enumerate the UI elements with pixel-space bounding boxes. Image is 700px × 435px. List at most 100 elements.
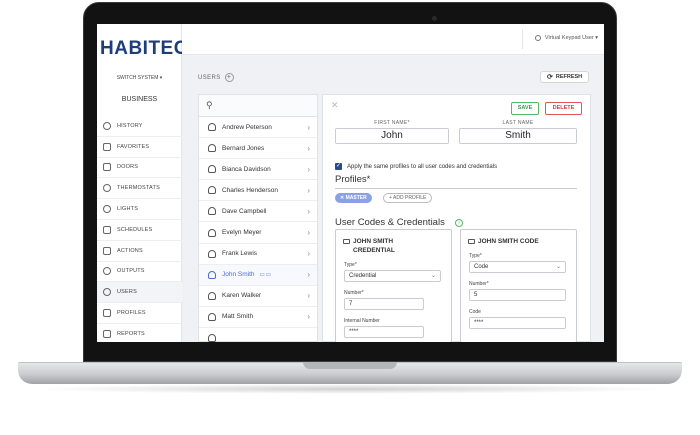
page-title: USERS + <box>198 73 234 82</box>
chevron-right-icon: › <box>307 143 310 153</box>
sidebar-item-reports[interactable]: REPORTS <box>97 324 182 342</box>
type-value: Credential <box>349 273 377 279</box>
list-item[interactable]: Andrew Peterson › <box>199 117 317 139</box>
chevron-right-icon: › <box>307 206 310 216</box>
card-title-line1: JOHN SMITH <box>353 238 394 245</box>
user-name: Matt Smith <box>222 313 254 321</box>
sidebar-item-label: DOORS <box>117 164 139 171</box>
list-item-selected[interactable]: John Smith ▭▭ › <box>199 264 317 286</box>
save-button[interactable]: SAVE <box>511 102 539 115</box>
top-bar: Virtual Keypad User ▾ <box>182 24 604 55</box>
laptop-notch <box>303 362 397 369</box>
sidebar-item-history[interactable]: HISTORY <box>97 116 182 137</box>
code-card: JOHN SMITH CODE Type* Code ⌄ Number* 5 Co… <box>460 229 577 342</box>
person-icon <box>208 249 216 258</box>
codes-heading: User Codes & Credentials <box>335 217 445 228</box>
door-icon <box>103 163 111 172</box>
credential-type-select[interactable]: Credential ⌄ <box>344 270 441 282</box>
list-item[interactable]: Matt Smith › <box>199 307 317 328</box>
person-icon <box>208 144 216 153</box>
refresh-button[interactable]: ⟳ REFRESH <box>540 71 590 83</box>
sidebar-item-schedules[interactable]: SCHEDULES <box>97 220 182 241</box>
list-item[interactable] <box>199 328 317 342</box>
sidebar-item-lights[interactable]: LIGHTS <box>97 199 182 220</box>
number-label: Number* <box>344 290 364 296</box>
add-user-button[interactable]: + <box>224 73 234 82</box>
sidebar-item-outputs[interactable]: OUTPUTS <box>97 262 182 283</box>
chevron-right-icon: › <box>307 228 310 238</box>
sidebar-item-profiles[interactable]: PROFILES <box>97 303 182 324</box>
camera-dot <box>432 16 437 21</box>
sidebar-item-users[interactable]: USERS <box>97 282 182 304</box>
list-item[interactable]: Dave Campbell › <box>199 201 317 223</box>
code-number-field[interactable]: 5 <box>469 289 566 301</box>
chevron-right-icon: › <box>307 270 310 280</box>
sidebar-item-label: OUTPUTS <box>117 268 145 275</box>
card-title-text: JOHN SMITH CODE <box>478 238 539 245</box>
card-title-line2: CREDENTIAL <box>353 247 395 254</box>
code-card-title: JOHN SMITH CODE <box>468 237 539 246</box>
list-item[interactable]: Karen Walker › <box>199 286 317 307</box>
list-item[interactable]: Charles Henderson › <box>199 180 317 202</box>
chevron-right-icon: › <box>307 164 310 174</box>
chevron-right-icon: › <box>307 291 310 301</box>
star-icon <box>103 142 111 151</box>
reports-icon <box>103 329 111 338</box>
sidebar-item-label: USERS <box>117 289 137 296</box>
sidebar-item-label: ACTIONS <box>117 247 143 254</box>
system-name: BUSINESS <box>121 96 158 103</box>
apply-profiles-checkbox[interactable]: ✓ <box>335 163 342 170</box>
chevron-right-icon: › <box>307 312 310 322</box>
switch-system-dropdown[interactable]: SWITCH SYSTEM ▾ <box>97 75 182 81</box>
id-card-icon <box>343 238 350 244</box>
main-content: USERS + ⟳ REFRESH ⚲ Andrew Peterson › Ber… <box>182 55 604 342</box>
person-icon <box>208 270 216 279</box>
sidebar-item-label: SCHEDULES <box>117 226 153 233</box>
code-field[interactable]: **** <box>469 317 566 329</box>
credential-number-field[interactable]: 7 <box>344 298 424 310</box>
sidebar-item-doors[interactable]: DOORS <box>97 158 182 179</box>
last-name-label: LAST NAME <box>502 120 534 126</box>
chevron-right-icon: › <box>307 122 310 132</box>
sidebar-item-label: REPORTS <box>117 330 145 337</box>
user-name: Bianca Davidson <box>222 165 271 173</box>
user-name: Evelyn Meyer <box>222 229 262 237</box>
list-item[interactable]: Evelyn Meyer › <box>199 223 317 244</box>
user-menu[interactable]: Virtual Keypad User ▾ <box>534 35 598 41</box>
profile-chip-master[interactable]: ✕ MASTER <box>335 193 372 203</box>
user-name: Charles Henderson <box>222 186 279 194</box>
last-name-field[interactable]: Smith <box>459 128 577 144</box>
close-icon[interactable]: ✕ <box>331 100 339 111</box>
person-icon <box>208 186 216 195</box>
credential-card-title: JOHN SMITH CREDENTIAL <box>343 237 395 255</box>
user-detail-panel: ✕ SAVE DELETE FIRST NAME* John LAST NAME… <box>322 94 591 342</box>
list-item[interactable]: Frank Lewis › <box>199 244 317 265</box>
person-icon <box>208 123 216 132</box>
info-icon[interactable]: i <box>455 219 463 227</box>
user-name: John Smith <box>222 271 255 279</box>
code-type-select[interactable]: Code ⌄ <box>469 261 566 273</box>
list-item[interactable]: Bernard Jones › <box>199 138 317 160</box>
sidebar-item-thermostats[interactable]: THERMOSTATS <box>97 178 182 200</box>
sidebar-item-actions[interactable]: ACTIONS <box>97 241 182 262</box>
number-label: Number* <box>469 281 489 287</box>
internal-number-label: Internal Number <box>344 318 380 324</box>
delete-button[interactable]: DELETE <box>545 102 582 115</box>
apply-profiles-row[interactable]: ✓ Apply the same profiles to all user co… <box>335 163 497 170</box>
add-profile-button[interactable]: + ADD PROFILE <box>383 193 433 203</box>
list-item[interactable]: Bianca Davidson › <box>199 159 317 181</box>
lightbulb-icon <box>103 205 111 214</box>
sidebar-item-favorites[interactable]: FAVORITES <box>97 137 182 158</box>
divider <box>335 188 577 189</box>
code-label: Code <box>469 309 481 315</box>
chevron-right-icon: › <box>307 185 310 195</box>
first-name-field[interactable]: John <box>335 128 449 144</box>
user-name: Andrew Peterson <box>222 123 272 131</box>
page-title-text: USERS <box>198 74 221 81</box>
person-icon <box>208 228 216 237</box>
user-avatar-icon <box>534 35 541 41</box>
internal-number-field[interactable]: **** <box>344 326 424 338</box>
search-input[interactable]: ⚲ <box>199 95 317 117</box>
sidebar-item-label: THERMOSTATS <box>117 185 160 192</box>
topbar-divider <box>522 30 523 49</box>
